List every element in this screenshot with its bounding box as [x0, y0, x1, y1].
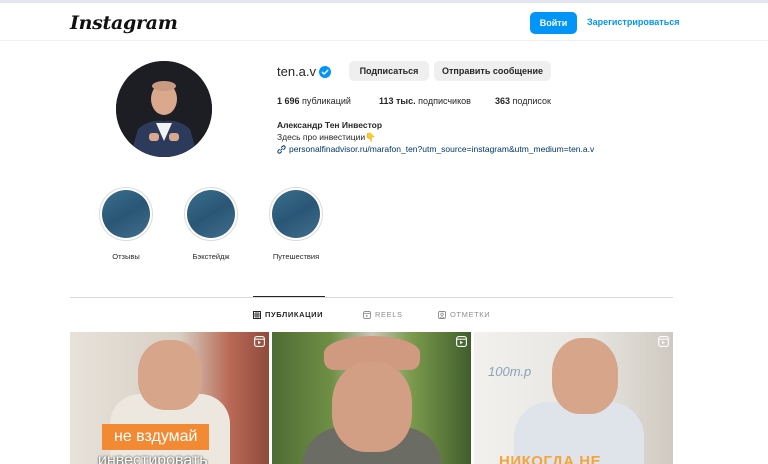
post-subject-face	[332, 362, 412, 452]
followers-count: 113 тыс.	[379, 96, 416, 106]
highlight-travel[interactable]: Путешествия	[268, 187, 324, 261]
profile-link-text: personalfinadvisor.ru/marafon_ten?utm_so…	[289, 144, 595, 154]
avatar-photo	[116, 61, 212, 157]
tagged-icon	[438, 310, 446, 319]
tab-posts[interactable]: ПУБЛИКАЦИИ	[253, 310, 323, 319]
highlight-cover	[272, 190, 320, 238]
highlight-ring	[184, 187, 238, 241]
profile-bio: Здесь про инвестиции👇	[277, 132, 376, 142]
post-caption: НИКОГДА НЕ	[499, 453, 602, 464]
verified-badge-icon	[319, 66, 331, 78]
highlight-ring	[269, 187, 323, 241]
post-thumbnail[interactable]: 100т.р НИКОГДА НЕ	[474, 332, 673, 464]
follow-button[interactable]: Подписаться	[349, 61, 429, 81]
highlight-ring	[99, 187, 153, 241]
highlight-cover	[102, 190, 150, 238]
profile-external-link[interactable]: personalfinadvisor.ru/marafon_ten?utm_so…	[277, 144, 594, 154]
reel-badge-icon	[658, 336, 669, 347]
followers-stat[interactable]: 113 тыс. подписчиков	[379, 96, 471, 106]
active-tab-indicator	[253, 296, 325, 297]
post-thumbnail[interactable]: не вздумай инвестировать	[70, 332, 269, 464]
highlight-cover	[187, 190, 235, 238]
followers-label: подписчиков	[418, 96, 471, 106]
post-thumbnail[interactable]	[272, 332, 471, 464]
tabs-divider	[70, 297, 673, 298]
following-stat[interactable]: 363 подписок	[495, 96, 551, 106]
posts-count-stat: 1 696 публикаций	[277, 96, 351, 106]
highlight-label: Бэкстейдж	[192, 252, 230, 261]
highlight-backstage[interactable]: Бэкстейдж	[183, 187, 239, 261]
link-icon	[277, 144, 286, 154]
reel-badge-icon	[456, 336, 467, 347]
posts-count: 1 696	[277, 96, 300, 106]
reels-icon	[363, 310, 371, 319]
post-caption-line2: инвестировать	[98, 452, 208, 464]
tab-reels[interactable]: REELS	[363, 310, 403, 319]
reel-badge-icon	[254, 336, 265, 347]
grid-icon	[253, 310, 261, 319]
profile-avatar[interactable]	[116, 61, 212, 157]
post-caption-line1: не вздумай	[102, 424, 210, 450]
tab-reels-label: REELS	[375, 310, 403, 319]
post-subject-face	[138, 340, 202, 410]
highlight-reviews[interactable]: Отзывы	[98, 187, 154, 261]
profile-full-name: Александр Тен Инвестор	[277, 120, 383, 130]
profile-username: ten.a.v	[277, 64, 317, 79]
tab-tagged-label: ОТМЕТКИ	[450, 310, 491, 319]
following-label: подписок	[512, 96, 551, 106]
top-navigation-bar: Instagram Войти Зарегистрироваться	[0, 3, 768, 41]
tab-tagged[interactable]: ОТМЕТКИ	[438, 310, 490, 319]
tab-posts-label: ПУБЛИКАЦИИ	[265, 310, 324, 319]
posts-count-label: публикаций	[302, 96, 351, 106]
highlight-label: Путешествия	[272, 252, 320, 261]
instagram-logo[interactable]: Instagram	[70, 12, 178, 34]
send-message-button[interactable]: Отправить сообщение	[434, 61, 551, 81]
register-link[interactable]: Зарегистрироваться	[587, 17, 679, 27]
post-whiteboard-text: 100т.р	[488, 364, 532, 379]
login-button[interactable]: Войти	[530, 12, 577, 34]
following-count: 363	[495, 96, 511, 106]
highlight-label: Отзывы	[112, 252, 140, 261]
post-subject-face	[552, 338, 618, 414]
